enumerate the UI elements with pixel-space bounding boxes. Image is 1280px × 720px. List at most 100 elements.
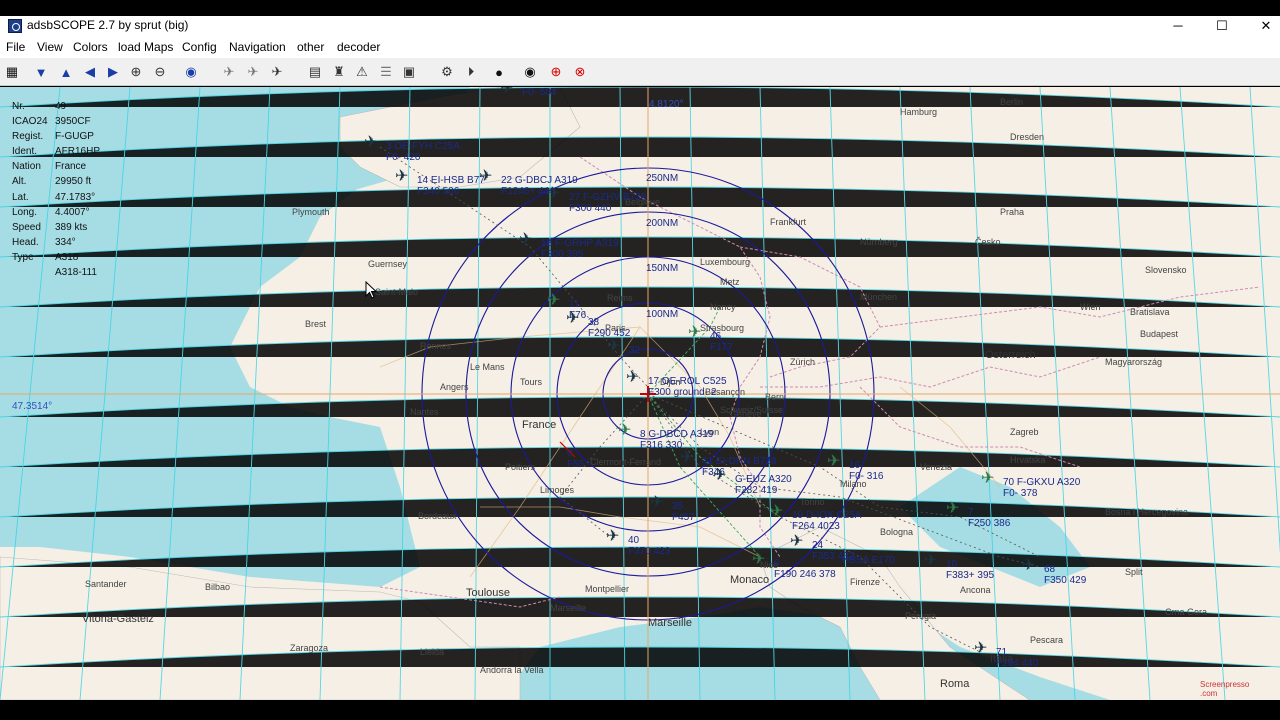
aircraft-marker[interactable]: ✈ 7 F250 386 [946,501,1010,530]
city-label: Santander [85,579,127,589]
city-label: Crna Gora [1165,607,1208,617]
monitor-icon[interactable]: ▣ [399,62,419,82]
record2-icon[interactable]: ◉ [520,62,540,82]
city-label: Zürich [790,357,816,367]
menu-navigation[interactable]: Navigation [229,40,286,54]
aircraft-marker[interactable]: ✈ 68 F350 429 [1022,558,1086,587]
airplane-icon: ✈ [519,231,533,248]
aircraft-marker[interactable]: ✈ 18 F-GRHP A319 F300 395 [519,232,619,261]
menu-bar: File View Colors load Maps Config Naviga… [0,38,1280,58]
aircraft-info-panel: Nr. 49 ICAO24 3950CF Regist. F-GUGP Ident. A… [12,99,100,280]
city-label: Le Mans [470,362,505,372]
plane-dark-icon[interactable]: ✈ [267,62,287,82]
plane-gray-icon[interactable]: ✈ [219,62,239,82]
play-icon[interactable]: ⏵ [461,62,481,82]
info-row: Ident. AFR16HP [12,144,100,159]
aircraft-marker[interactable]: ✈ 10 F383+ 395 [924,553,995,582]
tower-icon[interactable]: ♜ [329,62,349,82]
aircraft-label-line1: 11 [569,299,580,310]
info-label: Regist. [12,131,44,143]
city-label: Guernsey [368,259,408,269]
aircraft-label-line1: 3 OE-FYH C25A [386,141,460,152]
settings-icon[interactable]: ⚙ [437,62,457,82]
menu-view[interactable]: View [37,40,63,54]
aircraft-marker[interactable]: ✈ 35 F457 [650,495,695,524]
aircraft-marker[interactable]: ✈ 8 G-DBCD A319 F316 330 [618,423,713,452]
arrow-up-icon[interactable]: ▲ [56,62,76,82]
aircraft-marker[interactable]: ✈ 16 F0- 316 [827,454,883,483]
aircraft-marker[interactable]: ✈ 3 OE-FYH C25A F0- 420 [364,135,460,164]
maximize-button[interactable]: ☐ [1200,16,1244,38]
city-label: Clermont-Ferrand [590,457,662,467]
menu-colors[interactable]: Colors [73,40,108,54]
airplane-icon: ✈ [752,551,766,568]
aircraft-marker[interactable]: ✈ 6 F190 246 378 [752,552,836,581]
airplane-icon: ✈ [1022,557,1036,574]
globe-icon[interactable]: ◉ [181,62,201,82]
menu-config[interactable]: Config [182,40,217,54]
menu-other[interactable]: other [297,40,324,54]
aircraft-marker[interactable]: ✈ 27 F-GZHV B738 F300 440 [547,186,646,215]
menu-file[interactable]: File [6,40,25,54]
ring-label-150nm: 150NM [646,263,679,274]
aircraft-marker[interactable]: ✈ 71 F294 440 [974,641,1038,670]
aircraft-marker[interactable]: ✈ 70 F-GKXU A320 F0- 378 [981,471,1080,500]
radar-map[interactable]: Nr. 49 ICAO24 3950CF Regist. F-GUGP Ident. A… [0,87,1280,700]
toolbar: ▦ ▼ ▲ ◀ ▶ ⊕ ⊖ ◉ ✈ ✈ ✈ ▤ ♜ ⚠ ☰ ▣ ⚙ ⏵ ● ◉ … [0,58,1280,86]
aircraft-marker[interactable]: ✈ F0- 504 [500,87,556,98]
menu-decoder[interactable]: decoder [337,40,380,54]
aircraft-marker[interactable]: ✈ 22 G-DBCJ A319 F1246+ 44 [479,169,578,198]
aircraft-marker[interactable]: ✈ 38 F290 452 [566,311,630,340]
airplane-icon: ✈ [650,494,664,511]
map-canvas [0,87,1280,700]
city-label: Berlin [1000,97,1024,107]
arrow-right-icon[interactable]: ▶ [103,62,123,82]
arrow-down-icon[interactable]: ▼ [31,62,51,82]
aircraft-marker[interactable]: ✈ 17 OE-ROL C525 F300 ground- 2 [626,370,727,399]
info-label: Long. [12,206,38,218]
ring-label-100nm: 100NM [646,309,679,320]
menu-load-maps[interactable]: load Maps [118,40,173,54]
airplane-icon: ✈ [364,134,378,151]
aircraft-label-line2: F383+ 395 [946,570,995,581]
info-value: F-GUGP [55,131,94,143]
record-icon[interactable]: ● [489,62,509,82]
info-value: France [55,161,87,173]
aircraft-label-line2: F282 419 [735,485,778,496]
latitude-readout: 47.3514° [12,401,53,412]
zoom-out-icon[interactable]: ⊖ [150,62,170,82]
aircraft-marker[interactable]: ✈ 19 D-IOX C25A F264 4023 [770,504,861,533]
aircraft-label-line1: 7 [968,507,974,518]
aircraft-marker[interactable]: ✈ 14 EI-HSB B77 F340 506 [395,169,485,198]
city-label: Roma [940,678,970,690]
city-label: Bosna i Hercegovina [1105,507,1189,517]
warning-icon[interactable]: ⚠ [352,62,372,82]
info-row: A318-111 [12,265,100,280]
aircraft-marker[interactable]: HBSA E170 [842,555,895,566]
target2-icon[interactable]: ⊗ [570,62,590,82]
aircraft-marker[interactable]: ✈ G-EUZ A320 F282 419 [713,468,792,497]
minimize-button[interactable]: ─ [1156,16,1200,38]
arrow-left-icon[interactable]: ◀ [80,62,100,82]
list-icon[interactable]: ☰ [376,62,396,82]
aircraft-marker[interactable]: ✈ 40 F370 423 [606,529,670,558]
grid-icon[interactable]: ▦ [2,62,22,82]
watermark: Screenpresso .com [1200,680,1249,698]
city-label: Ancona [960,585,991,595]
info-label: Ident. [12,146,38,158]
city-label: Andorra la Vella [480,665,544,675]
aircraft-marker[interactable]: ✈ 46 F177 [688,325,733,354]
info-row: Long. 4.4007° [12,205,100,220]
chart-icon[interactable]: ▤ [305,62,325,82]
zoom-in-icon[interactable]: ⊕ [126,62,146,82]
city-label: Plymouth [292,207,330,217]
plane-gray2-icon[interactable]: ✈ [243,62,263,82]
window-title: adsbSCOPE 2.7 by sprut (big) [27,18,189,32]
aircraft-marker[interactable]: 0 F55 [567,448,584,470]
aircraft-label-line1: 10 [946,559,958,570]
aircraft-label-line1: 17 OE-ROL C525 [648,376,727,387]
airplane-icon: ✈ [547,292,561,309]
close-button[interactable]: ✕ [1244,16,1280,38]
target-icon[interactable]: ⊕ [546,62,566,82]
aircraft-marker[interactable]: ✈ 32 [607,339,640,357]
